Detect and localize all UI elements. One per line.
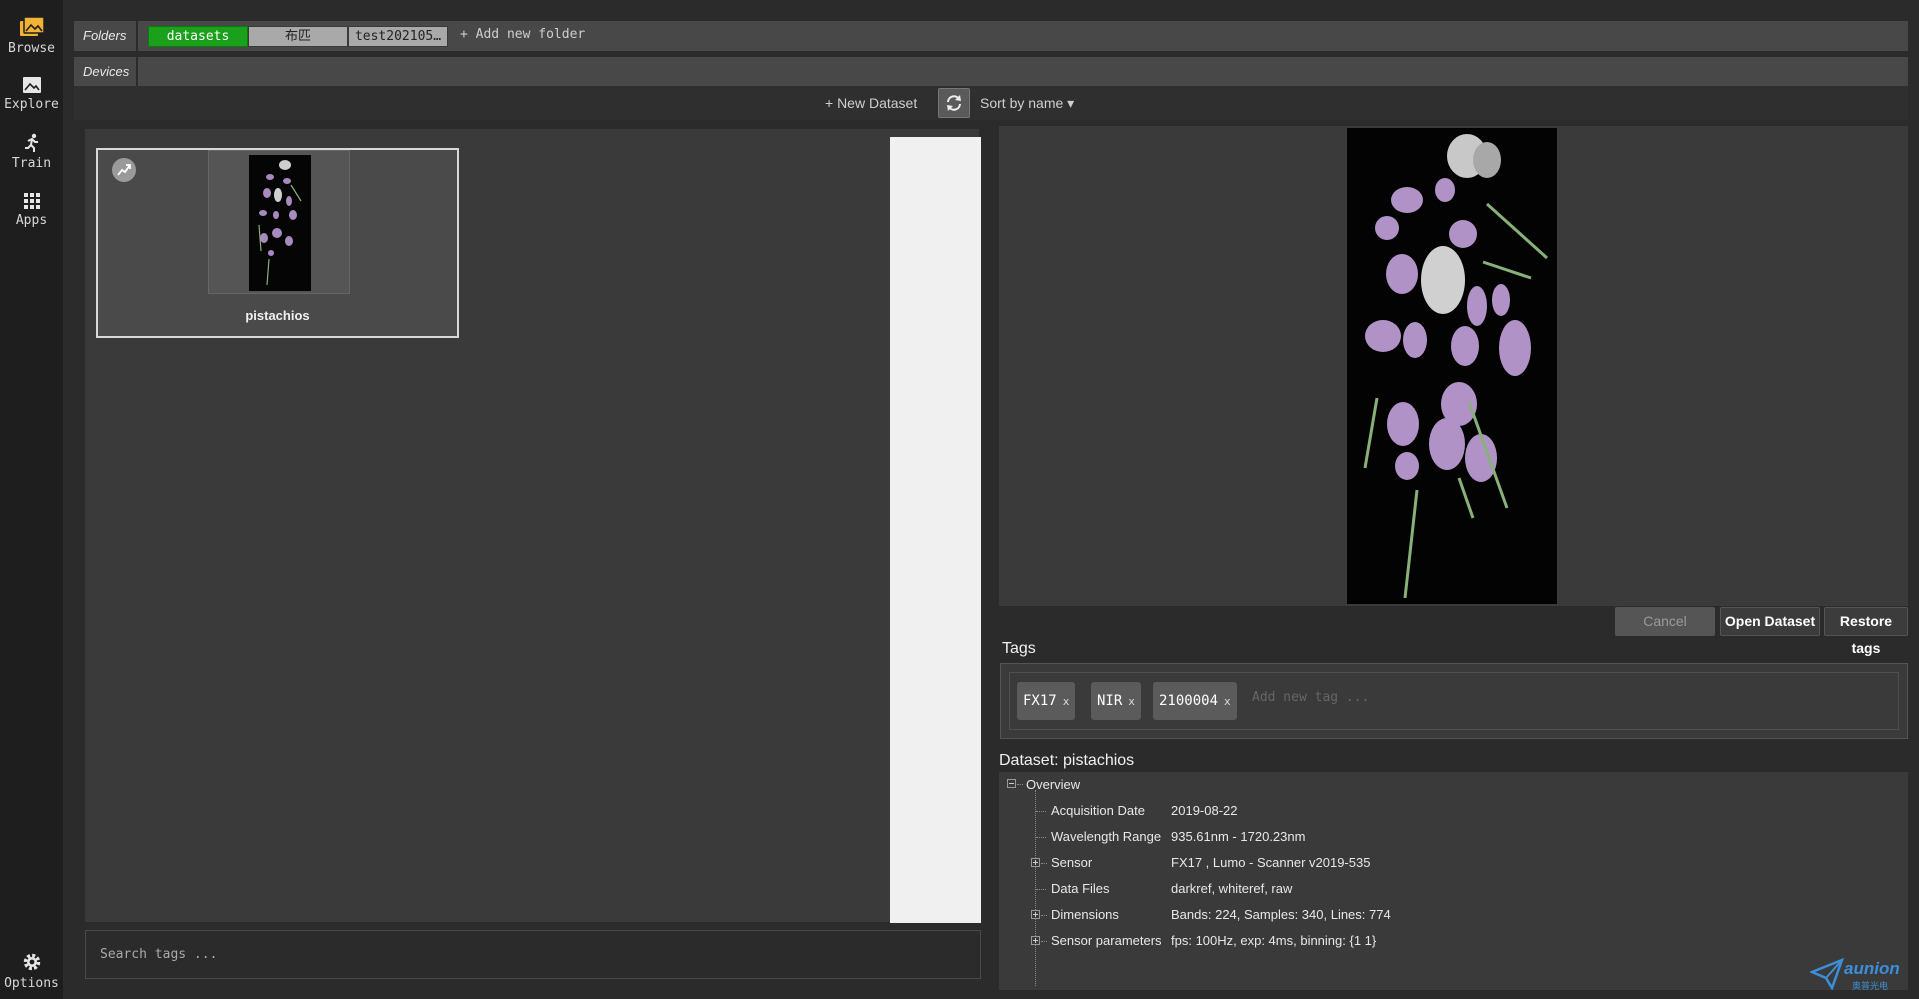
remove-tag-icon[interactable]: x bbox=[1063, 695, 1070, 708]
folder-tab-test[interactable]: test202105… bbox=[348, 26, 448, 47]
refresh-icon bbox=[947, 95, 961, 111]
row-key: Data Files bbox=[1051, 881, 1110, 896]
gear-icon bbox=[23, 953, 40, 971]
top-strip bbox=[63, 0, 1919, 12]
nav-train-label: Train bbox=[11, 156, 52, 171]
add-tag-input[interactable] bbox=[1252, 690, 1552, 705]
row-value: Bands: 224, Samples: 340, Lines: 774 bbox=[1171, 907, 1391, 922]
devices-row: Devices bbox=[74, 57, 1908, 87]
open-dataset-button[interactable]: Open Dataset bbox=[1720, 607, 1820, 636]
add-tag-field[interactable] bbox=[1252, 690, 1552, 705]
left-nav: Browse Explore Train Apps Options bbox=[0, 0, 63, 999]
brand-subtitle: 奥普光电 bbox=[1852, 981, 1889, 991]
tag-chip[interactable]: NIR x bbox=[1091, 682, 1141, 720]
folders-label: Folders bbox=[74, 21, 138, 51]
images-icon bbox=[19, 16, 45, 36]
nav-train[interactable]: Train bbox=[0, 133, 63, 171]
search-tags-input[interactable] bbox=[100, 947, 980, 962]
restore-tags-button[interactable]: Restore tags bbox=[1824, 607, 1908, 656]
grid-icon bbox=[23, 193, 40, 209]
tag-chip-label: 2100004 bbox=[1159, 693, 1219, 709]
row-key: Wavelength Range bbox=[1051, 829, 1162, 844]
nav-apps-label: Apps bbox=[15, 213, 48, 228]
cancel-button[interactable]: Cancel bbox=[1615, 607, 1715, 636]
row-key[interactable]: Dimensions bbox=[1051, 907, 1119, 922]
tag-chip-label: FX17 bbox=[1023, 693, 1057, 709]
chart-badge-icon bbox=[112, 158, 136, 182]
folders-row: Folders datasets 布匹 test202105… + Add ne… bbox=[74, 21, 1908, 51]
nav-options-label: Options bbox=[4, 976, 59, 991]
refresh-button[interactable] bbox=[938, 88, 970, 118]
brand-name: aunion bbox=[1844, 959, 1900, 978]
row-value: 935.61nm - 1720.23nm bbox=[1171, 829, 1306, 844]
tag-chip[interactable]: FX17 x bbox=[1017, 682, 1076, 720]
expand-sensor-parameters-icon[interactable] bbox=[1031, 936, 1040, 945]
nav-explore[interactable]: Explore bbox=[0, 76, 63, 112]
dataset-thumbnail bbox=[208, 150, 350, 294]
row-key[interactable]: Sensor parameters bbox=[1051, 933, 1162, 948]
sort-dropdown[interactable]: Sort by name ▾ bbox=[980, 95, 1074, 112]
nav-apps[interactable]: Apps bbox=[0, 192, 63, 228]
remove-tag-icon[interactable]: x bbox=[1224, 695, 1231, 708]
new-dataset-button[interactable]: + New Dataset bbox=[825, 95, 917, 111]
dataset-card-name: pistachios bbox=[245, 308, 310, 323]
collapse-overview-icon[interactable] bbox=[1007, 779, 1016, 788]
row-value: FX17 , Lumo - Scanner v2019-535 bbox=[1171, 855, 1371, 870]
preview-image bbox=[1347, 128, 1557, 604]
expand-dimensions-icon[interactable] bbox=[1031, 910, 1040, 919]
dataset-card-pistachios[interactable]: pistachios bbox=[96, 148, 459, 338]
dataset-info-title: Dataset: pistachios bbox=[999, 752, 1135, 769]
row-key: Acquisition Date bbox=[1051, 803, 1145, 818]
paper-plane-icon bbox=[1808, 957, 1845, 991]
running-person-icon bbox=[24, 133, 38, 152]
row-value: fps: 100Hz, exp: 4ms, binning: {1 1} bbox=[1171, 933, 1377, 948]
scroll-panel bbox=[890, 137, 981, 923]
dataset-toolbar: + New Dataset Sort by name ▾ bbox=[74, 86, 1908, 120]
dataset-details-tree: Overview Acquisition Date 2019-08-22 Wav… bbox=[999, 772, 1908, 990]
row-value: darkref, whiteref, raw bbox=[1171, 881, 1293, 896]
folder-tab-fabric[interactable]: 布匹 bbox=[248, 26, 348, 47]
tag-chip[interactable]: 2100004 x bbox=[1153, 682, 1237, 720]
remove-tag-icon[interactable]: x bbox=[1128, 695, 1135, 708]
row-key[interactable]: Sensor bbox=[1051, 855, 1092, 870]
nav-browse-label: Browse bbox=[8, 41, 55, 56]
folder-tab-datasets[interactable]: datasets bbox=[148, 26, 248, 47]
nav-explore-label: Explore bbox=[4, 97, 59, 112]
dataset-preview bbox=[999, 126, 1908, 606]
nav-options[interactable]: Options bbox=[0, 951, 63, 991]
nav-browse[interactable]: Browse bbox=[0, 16, 63, 56]
add-folder-button[interactable]: + Add new folder bbox=[460, 27, 585, 42]
image-icon bbox=[22, 77, 41, 93]
search-tags-field[interactable] bbox=[85, 930, 981, 979]
tag-chip-label: NIR bbox=[1097, 693, 1123, 709]
expand-sensor-icon[interactable] bbox=[1031, 858, 1040, 867]
devices-label: Devices bbox=[74, 57, 138, 87]
brand-logo: aunion 奥普光电 bbox=[1808, 957, 1900, 995]
row-value: 2019-08-22 bbox=[1171, 803, 1238, 818]
tags-title: Tags bbox=[1002, 640, 1036, 657]
